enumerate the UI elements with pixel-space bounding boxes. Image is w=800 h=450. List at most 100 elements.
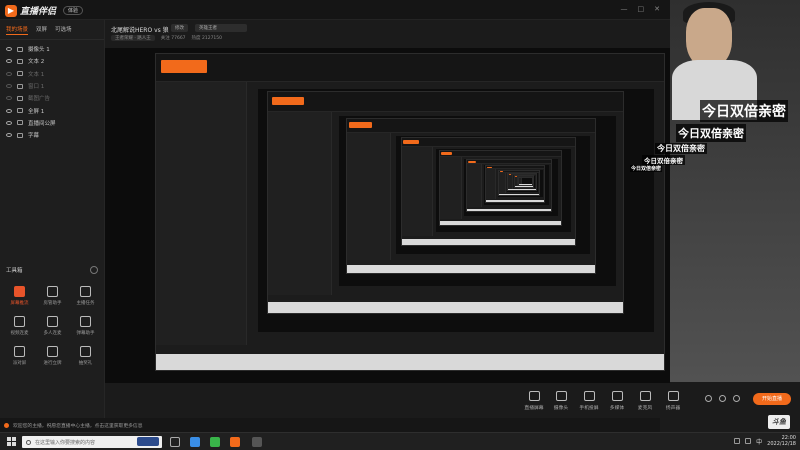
window-controls: — □ ✕ (621, 5, 661, 13)
stream-preview[interactable] (105, 48, 670, 383)
start-live-button[interactable]: 开始直播 (753, 393, 791, 405)
followers-count: 关注 77667 (160, 36, 186, 41)
layer-type-icon (17, 46, 23, 52)
layer-item[interactable]: 窗口 1 (0, 80, 104, 92)
visibility-icon[interactable] (6, 71, 12, 76)
visibility-icon[interactable] (6, 120, 12, 125)
record-icon[interactable] (705, 395, 712, 402)
scene-tabs: 我的场景 双屏 可选场 (0, 20, 104, 40)
visibility-icon[interactable] (6, 108, 12, 113)
edge-browser-icon[interactable] (190, 437, 200, 447)
streaming-app-icon[interactable] (230, 437, 240, 447)
status-bar: 欢迎您的主播，祝愿您直播中心主播，点击这里获取更多信息 (0, 418, 660, 432)
system-tray: 中 22:00 2022/12/18 (734, 435, 796, 447)
tool-room-admin[interactable]: 房管助手 (36, 286, 69, 306)
cast-icon (14, 286, 25, 297)
layer-type-icon (17, 108, 23, 114)
search-highlight-image (137, 437, 159, 446)
streaming-app: ▶ 直播伴侣 体验 — □ ✕ 我的场景 双屏 可选场 摄像头 1 文本 2 文… (0, 0, 800, 432)
tool-sign[interactable]: 进行立牌 (36, 346, 69, 366)
layer-item[interactable]: 字幕 (0, 129, 104, 141)
tab-optional[interactable]: 可选场 (55, 25, 72, 35)
microphone-icon (639, 391, 651, 401)
logo-icon: ▶ (5, 4, 17, 17)
tool-party[interactable]: 派对屏 (3, 346, 36, 366)
category-pill[interactable]: 英雄王者 (195, 24, 247, 32)
layer-item[interactable]: 文本 2 (0, 55, 104, 67)
camera-source-button[interactable]: 摄像头 (546, 391, 576, 411)
status-text[interactable]: 欢迎您的主播，祝愿您直播中心主播，点击这里获取更多信息 (13, 422, 143, 429)
layer-list: 摄像头 1 文本 2 文本 1 窗口 1 截图广告 全屏 1 直播间公屏 字幕 (0, 40, 104, 141)
visibility-icon[interactable] (6, 133, 12, 138)
speaker-button[interactable]: 扬声器 (658, 391, 688, 411)
visibility-icon[interactable] (6, 59, 12, 64)
task-icon (80, 286, 91, 297)
media-icon (611, 391, 623, 401)
search-placeholder: 在这里输入你要搜索的内容 (35, 439, 96, 446)
danmaku-icon (80, 316, 91, 327)
tool-danmaku[interactable]: 弹幕助手 (69, 316, 102, 336)
layer-item[interactable]: 摄像头 1 (0, 43, 104, 55)
taskbar-search-input[interactable]: 在这里输入你要搜索的内容 (22, 436, 162, 448)
caption-text: 今日双倍亲密 (700, 100, 788, 122)
streamer-face (686, 8, 732, 68)
layer-item[interactable]: 直播间公屏 (0, 117, 104, 129)
task-view-icon[interactable] (170, 437, 180, 447)
volume-icon[interactable] (745, 438, 752, 444)
microphone-button[interactable]: 麦克风 (630, 391, 660, 411)
more-tools-icon[interactable] (90, 266, 98, 274)
camera-icon (555, 391, 567, 401)
group-call-icon (47, 316, 58, 327)
input-language[interactable]: 中 (756, 437, 762, 446)
layer-type-icon (17, 83, 23, 89)
caption-text: 今日双倍亲密 (676, 124, 746, 142)
windows-start-icon[interactable] (7, 437, 16, 446)
tool-streamer-task[interactable]: 主播任务 (69, 286, 102, 306)
layer-type-icon (17, 120, 23, 126)
phone-cast-button[interactable]: 手机投屏 (574, 391, 604, 411)
terminal-icon[interactable] (252, 437, 262, 447)
layer-item[interactable]: 全屏 1 (0, 104, 104, 116)
tool-lottery[interactable]: 抽奖礼 (69, 346, 102, 366)
tool-screen-cast[interactable]: 屏幕推流 (3, 286, 36, 306)
toolbox-title: 工具箱 (6, 268, 23, 274)
layer-type-icon (17, 71, 23, 77)
layer-type-icon (17, 58, 23, 64)
windows-taskbar: 在这里输入你要搜索的内容 中 22:00 2022/12/18 (0, 432, 800, 450)
video-call-icon (14, 316, 25, 327)
room-header: 北尾解说HERO vs 狼 修改 英雄王者 王者荣耀 · 路人王 关注 7766… (105, 20, 670, 46)
game-category[interactable]: 王者荣耀 · 路人王 (111, 35, 155, 41)
user-icon (47, 286, 58, 297)
visibility-icon[interactable] (6, 47, 12, 52)
maximize-button[interactable]: □ (638, 5, 645, 13)
tool-video-call[interactable]: 视频连麦 (3, 316, 36, 336)
edit-title-button[interactable]: 修改 (171, 24, 188, 32)
version-badge[interactable]: 体验 (63, 6, 84, 15)
media-source-button[interactable]: 多媒体 (602, 391, 632, 411)
tool-multi-call[interactable]: 多人连麦 (36, 316, 69, 336)
visibility-icon[interactable] (6, 84, 12, 89)
toolbox-grid: 屏幕推流 房管助手 主播任务 视频连麦 多人连麦 弹幕助手 派对屏 进行立牌 抽… (3, 286, 103, 366)
screenshot-icon[interactable] (719, 395, 726, 402)
heat-count: 热度 2127150 (191, 36, 223, 41)
tab-dual-screen[interactable]: 双屏 (36, 25, 47, 35)
caption-text: 今日双倍亲密 (630, 165, 663, 172)
network-icon[interactable] (734, 438, 741, 444)
wechat-icon[interactable] (210, 437, 220, 447)
room-title: 北尾解说HERO vs 狼 (111, 27, 169, 34)
settings-icon[interactable] (733, 395, 740, 402)
layer-type-icon (17, 95, 23, 101)
layer-item[interactable]: 文本 1 (0, 68, 104, 80)
system-clock[interactable]: 22:00 2022/12/18 (767, 435, 796, 447)
layer-item[interactable]: 截图广告 (0, 92, 104, 104)
clock-date: 2022/12/18 (767, 441, 796, 447)
search-icon (26, 439, 31, 445)
tab-my-scenes[interactable]: 我的场景 (6, 25, 29, 35)
visibility-icon[interactable] (6, 96, 12, 101)
close-button[interactable]: ✕ (654, 5, 660, 13)
douyu-logo: 斗鱼 (768, 415, 790, 429)
screen-source-button[interactable]: 直播屏幕 (519, 391, 549, 411)
minimize-button[interactable]: — (621, 5, 628, 13)
toolbox-header: 工具箱 (6, 266, 98, 274)
gift-icon (80, 346, 91, 357)
